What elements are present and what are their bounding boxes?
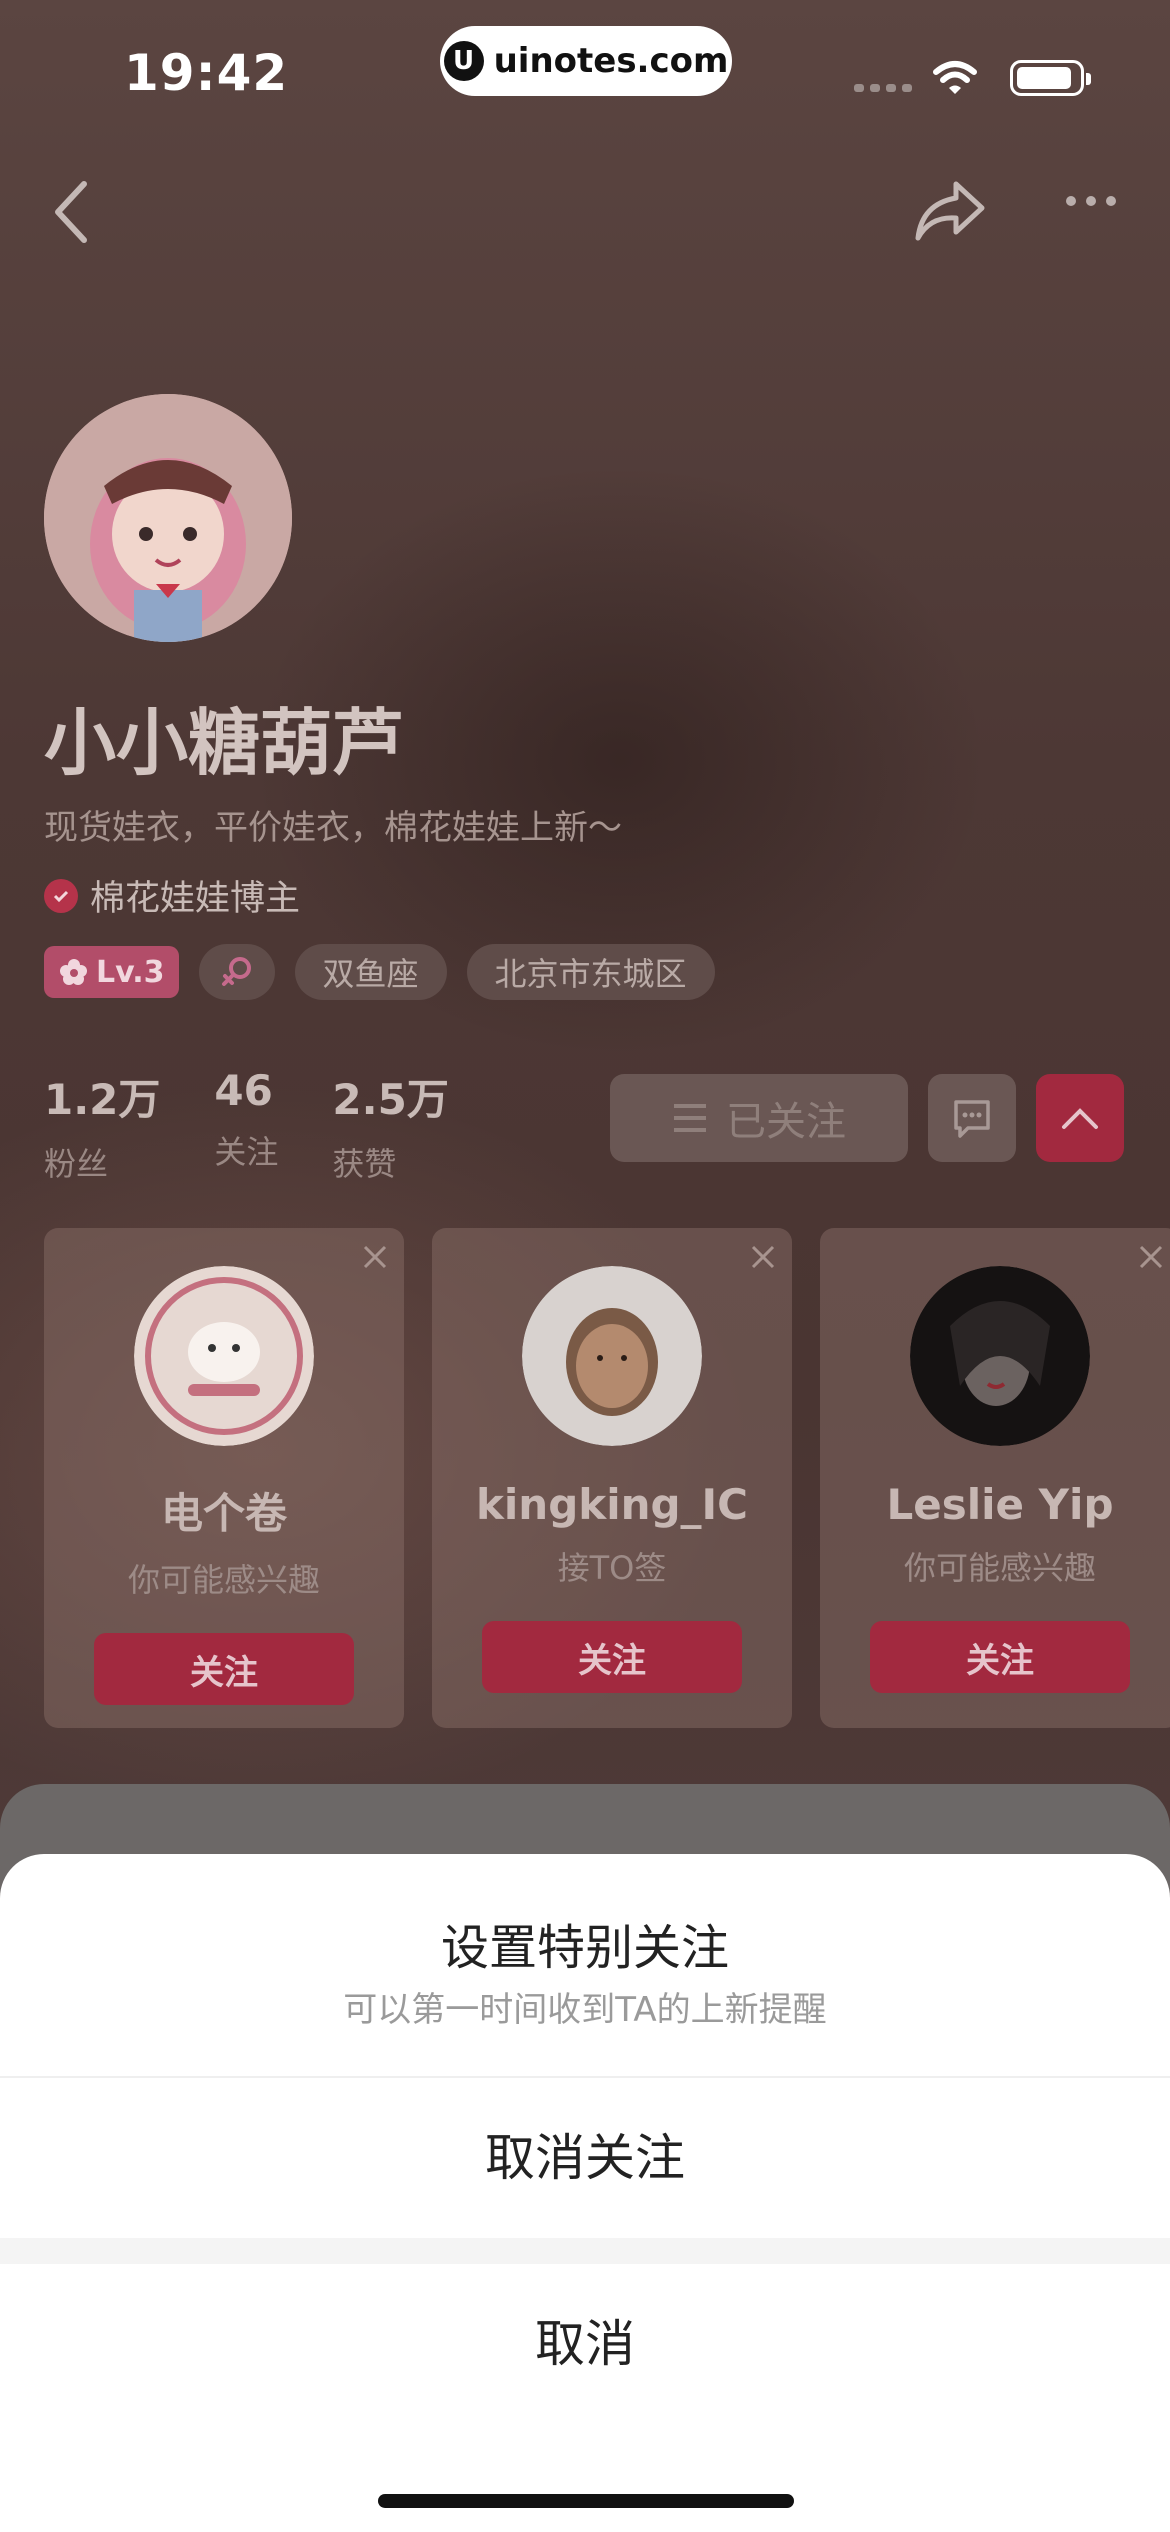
cellular-signal-icon bbox=[854, 84, 912, 92]
avatar-illustration bbox=[44, 394, 292, 642]
profile-bio: 现货娃衣，平价娃衣，棉花娃娃上新～ bbox=[44, 808, 622, 848]
close-icon[interactable] bbox=[360, 1242, 390, 1272]
close-icon[interactable] bbox=[1136, 1242, 1166, 1272]
wifi-icon bbox=[933, 61, 977, 94]
followed-label: 已关注 bbox=[726, 1099, 846, 1145]
status-time: 19:42 bbox=[124, 44, 289, 102]
recommendation-avatar[interactable] bbox=[134, 1266, 314, 1446]
verified-check-icon bbox=[44, 878, 78, 913]
recommendation-name: kingking_IC bbox=[475, 1480, 749, 1529]
status-bar: 19:42 U uinotes.com bbox=[0, 0, 1170, 140]
expand-recommendations-button[interactable] bbox=[1036, 1074, 1124, 1162]
recommendation-desc: 接TO签 bbox=[557, 1549, 667, 1587]
more-icon[interactable] bbox=[1066, 196, 1116, 206]
battery-icon bbox=[1010, 60, 1091, 96]
action-sheet: 设置特别关注 可以第一时间收到TA的上新提醒 取消关注 取消 bbox=[0, 1854, 1170, 2532]
uinotes-logo-icon: U bbox=[443, 41, 484, 81]
profile-name: 小小糖葫芦 bbox=[44, 701, 405, 785]
female-gender-icon bbox=[221, 957, 251, 986]
verified-label: 棉花娃娃博主 bbox=[90, 879, 301, 919]
profile-stats: 1.2万 粉丝 46 关注 2.5万 获赞 bbox=[44, 1066, 449, 1185]
avatar[interactable] bbox=[44, 394, 292, 642]
stat-likes[interactable]: 2.5万 获赞 bbox=[332, 1066, 448, 1185]
follow-button[interactable]: 关注 bbox=[482, 1621, 742, 1693]
recommendation-desc: 你可能感兴趣 bbox=[127, 1561, 320, 1599]
verified-row: 棉花娃娃博主 bbox=[44, 870, 300, 921]
divider bbox=[0, 2238, 1170, 2264]
special-follow-subtitle: 可以第一时间收到TA的上新提醒 bbox=[0, 1982, 1170, 2031]
stat-label: 关注 bbox=[214, 1133, 279, 1171]
follow-button[interactable]: 关注 bbox=[870, 1621, 1130, 1693]
message-button[interactable] bbox=[928, 1074, 1016, 1162]
stat-following[interactable]: 46 关注 bbox=[214, 1066, 278, 1185]
special-follow-title[interactable]: 设置特别关注 bbox=[0, 1908, 1170, 1978]
unfollow-button[interactable]: 取消关注 bbox=[0, 2078, 1170, 2238]
follow-button[interactable]: 关注 bbox=[94, 1633, 354, 1705]
recommendation-desc: 你可能感兴趣 bbox=[903, 1549, 1096, 1587]
home-indicator bbox=[378, 2494, 794, 2508]
stat-value: 1.2万 bbox=[44, 1075, 161, 1124]
chevron-up-icon bbox=[1062, 1108, 1098, 1129]
stat-label: 粉丝 bbox=[44, 1145, 109, 1183]
stat-value: 46 bbox=[214, 1066, 273, 1115]
zodiac-tag: 双鱼座 bbox=[294, 944, 447, 1000]
recommendation-card[interactable]: Leslie Yip 你可能感兴趣 关注 bbox=[820, 1228, 1170, 1728]
recommendation-avatar[interactable] bbox=[522, 1266, 702, 1446]
recommendation-list: 电个卷 你可能感兴趣 关注 kingking_IC 接TO签 关注 Leslie… bbox=[44, 1228, 1170, 1728]
stat-value: 2.5万 bbox=[332, 1075, 449, 1124]
gender-tag bbox=[198, 944, 275, 1000]
recommendation-name: Leslie Yip bbox=[886, 1480, 1114, 1529]
recommendation-card[interactable]: 电个卷 你可能感兴趣 关注 bbox=[44, 1228, 404, 1728]
menu-lines-icon bbox=[674, 1104, 706, 1132]
stat-label: 获赞 bbox=[332, 1145, 397, 1183]
recommendation-card[interactable]: kingking_IC 接TO签 关注 bbox=[432, 1228, 792, 1728]
followed-button[interactable]: 已关注 bbox=[610, 1074, 908, 1162]
recommendation-name: 电个卷 bbox=[160, 1489, 287, 1538]
back-icon[interactable] bbox=[44, 172, 100, 252]
cancel-button[interactable]: 取消 bbox=[0, 2264, 1170, 2424]
flower-icon bbox=[60, 959, 87, 985]
recommendation-avatar[interactable] bbox=[910, 1266, 1090, 1446]
close-icon[interactable] bbox=[748, 1242, 778, 1272]
location-tag: 北京市东城区 bbox=[466, 944, 715, 1000]
profile-tags: Lv.3 双鱼座 北京市东城区 bbox=[44, 944, 715, 1000]
level-badge[interactable]: Lv.3 bbox=[44, 946, 179, 998]
url-text: uinotes.com bbox=[493, 41, 729, 81]
chat-bubble-icon bbox=[954, 1100, 990, 1138]
level-label: Lv.3 bbox=[96, 954, 165, 990]
stat-fans[interactable]: 1.2万 粉丝 bbox=[44, 1066, 160, 1185]
url-badge: U uinotes.com bbox=[440, 26, 732, 96]
share-icon[interactable] bbox=[912, 176, 988, 246]
